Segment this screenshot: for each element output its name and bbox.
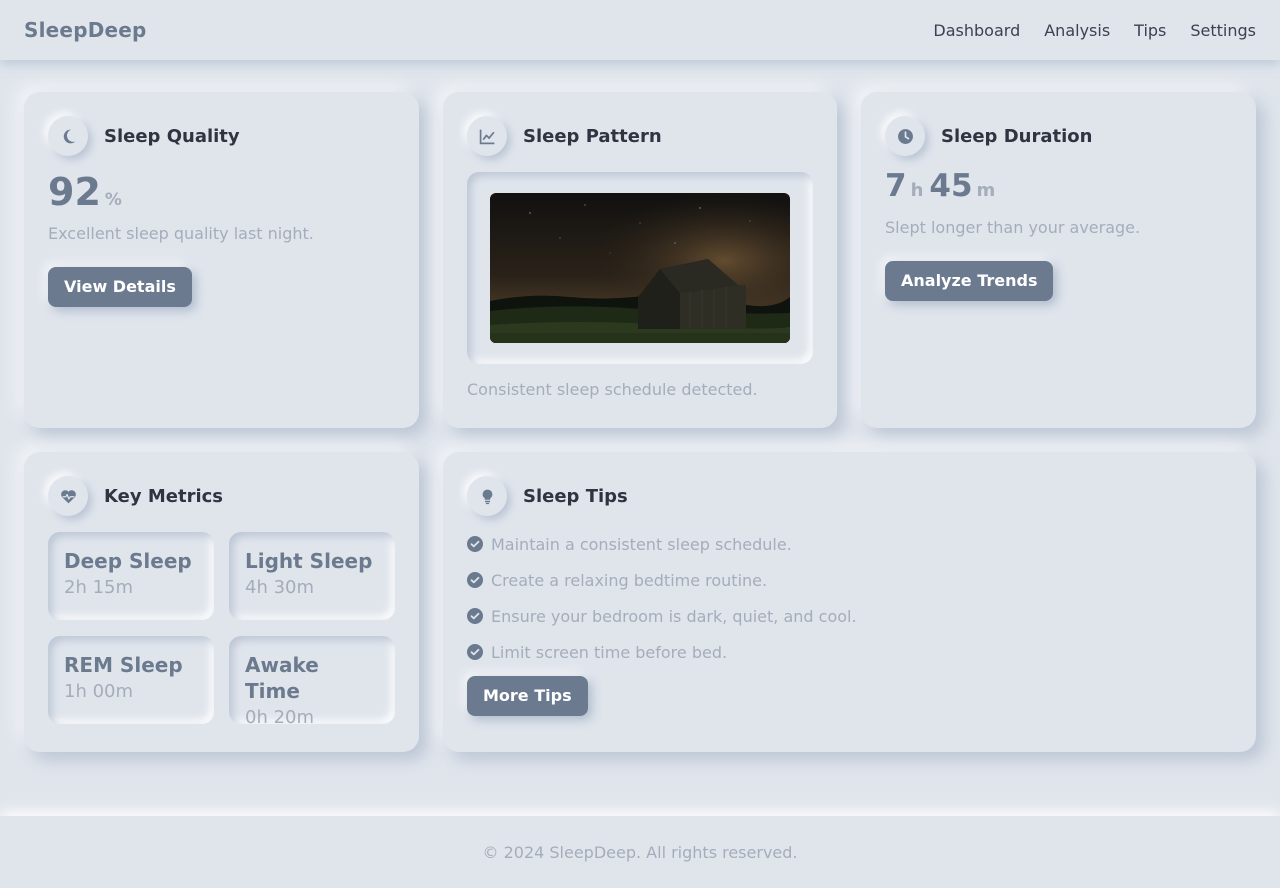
sleep-duration-header: Sleep Duration [885, 116, 1232, 156]
sleep-tips-card: Sleep Tips Maintain a consistent sleep s… [443, 452, 1256, 752]
nav-tips[interactable]: Tips [1134, 21, 1166, 40]
metric-label: REM Sleep [64, 653, 183, 677]
metric-value: 2h 15m [64, 577, 134, 598]
nav-settings[interactable]: Settings [1190, 21, 1256, 40]
duration-minutes: 45 [929, 168, 973, 204]
tip-text: Maintain a consistent sleep schedule. [491, 534, 792, 554]
metric-tile-deep-sleep: Deep Sleep 2h 15m [48, 532, 214, 620]
score-value: 92 [48, 170, 101, 214]
duration-hours: 7 [885, 168, 907, 204]
page-footer: © 2024 SleepDeep. All rights reserved. [0, 816, 1280, 888]
view-details-button[interactable]: View Details [48, 267, 192, 307]
sleep-pattern-card: Sleep Pattern Consistent sleep schedule … [443, 92, 837, 428]
card-title: Key Metrics [104, 485, 223, 507]
brand-logo[interactable]: SleepDeep [24, 18, 147, 42]
sleep-quality-description: Excellent sleep quality last night. [48, 224, 314, 243]
lightbulb-icon [467, 476, 507, 516]
sleep-quality-score: 92 % [48, 170, 395, 214]
metric-value: 4h 30m [245, 577, 315, 598]
tips-list: Maintain a consistent sleep schedule. Cr… [467, 532, 1232, 664]
clock-icon [885, 116, 925, 156]
nav-analysis[interactable]: Analysis [1044, 21, 1110, 40]
metric-tile-rem-sleep: REM Sleep 1h 00m [48, 636, 214, 724]
duration-hours-unit: h [910, 180, 924, 201]
sleep-pattern-header: Sleep Pattern [467, 116, 813, 156]
sleep-duration-card: Sleep Duration 7 h 45 m Slept longer tha… [861, 92, 1256, 428]
tip-item: Maintain a consistent sleep schedule. [467, 532, 1232, 556]
sleep-duration-description: Slept longer than your average. [885, 218, 1141, 237]
tip-item: Create a relaxing bedtime routine. [467, 568, 1232, 592]
tip-text: Ensure your bedroom is dark, quiet, and … [491, 606, 857, 626]
metric-label: Light Sleep [245, 549, 373, 573]
metric-label: Awake Time [245, 653, 319, 703]
card-title: Sleep Tips [523, 485, 628, 507]
nav-dashboard[interactable]: Dashboard [933, 21, 1020, 40]
card-title: Sleep Pattern [523, 125, 662, 147]
sleep-quality-header: Sleep Quality [48, 116, 395, 156]
sleep-pattern-image-frame [467, 172, 813, 364]
score-unit: % [104, 190, 122, 210]
main-nav: Dashboard Analysis Tips Settings [909, 21, 1256, 40]
card-title: Sleep Duration [941, 125, 1093, 147]
check-circle-icon [467, 572, 483, 588]
key-metrics-header: Key Metrics [48, 476, 395, 516]
sleep-tips-header: Sleep Tips [467, 476, 1232, 516]
check-circle-icon [467, 644, 483, 660]
sleep-quality-card: Sleep Quality 92 % Excellent sleep quali… [24, 92, 419, 428]
metric-value: 0h 20m [245, 707, 315, 728]
moon-icon [48, 116, 88, 156]
sleep-duration-value: 7 h 45 m [885, 168, 1232, 206]
tip-text: Limit screen time before bed. [491, 642, 728, 662]
night-barn-photo [490, 193, 790, 343]
metric-tile-light-sleep: Light Sleep 4h 30m [229, 532, 395, 620]
analyze-trends-button[interactable]: Analyze Trends [885, 261, 1054, 301]
chart-line-icon [467, 116, 507, 156]
check-circle-icon [467, 536, 483, 552]
metric-label: Deep Sleep [64, 549, 192, 573]
metric-tile-awake-time: Awake Time 0h 20m [229, 636, 395, 728]
copyright-text: © 2024 SleepDeep. All rights reserved. [482, 842, 798, 862]
card-title: Sleep Quality [104, 125, 240, 147]
duration-minutes-unit: m [976, 180, 996, 201]
tip-text: Create a relaxing bedtime routine. [491, 570, 768, 590]
key-metrics-card: Key Metrics Deep Sleep 2h 15m Light Slee… [24, 452, 419, 752]
heart-pulse-icon [48, 476, 88, 516]
tip-item: Limit screen time before bed. [467, 640, 1232, 664]
top-header: SleepDeep Dashboard Analysis Tips Settin… [0, 0, 1280, 60]
check-circle-icon [467, 608, 483, 624]
more-tips-button[interactable]: More Tips [467, 676, 588, 716]
metric-value: 1h 00m [64, 681, 134, 702]
tip-item: Ensure your bedroom is dark, quiet, and … [467, 604, 1232, 628]
sleep-pattern-description: Consistent sleep schedule detected. [467, 380, 758, 399]
